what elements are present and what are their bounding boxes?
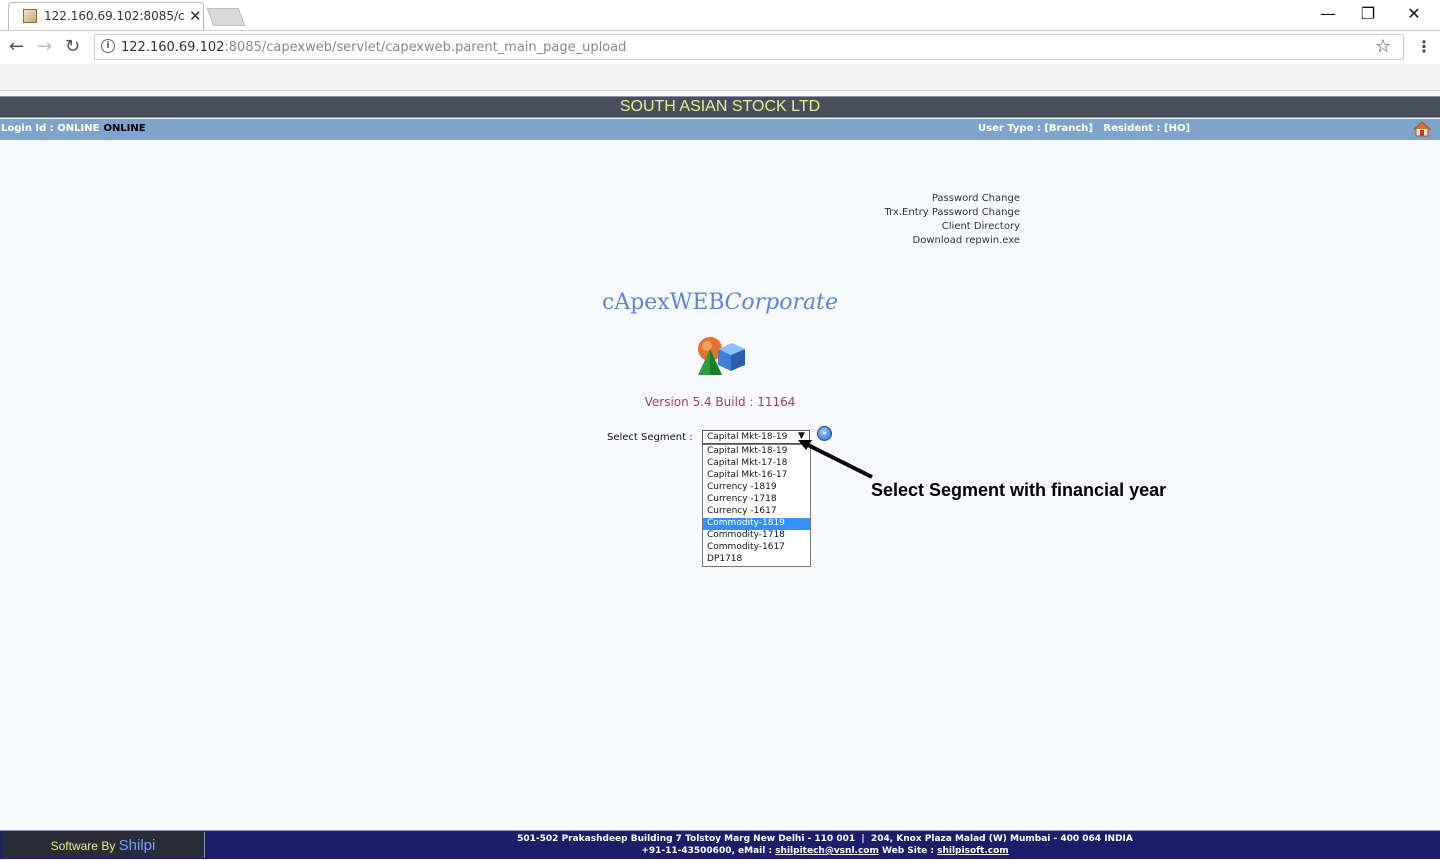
company-name: SOUTH ASIAN STOCK LTD [619, 98, 821, 115]
url-path: :8085/capexweb/servlet/capexweb.parent_m… [224, 40, 627, 55]
user-type: User Type : [Branch] Resident : [HO] [978, 123, 1191, 134]
url-text: 122.160.69.102:8085/capexweb/servlet/cap… [121, 40, 626, 55]
user-info-bar: Login Id : ONLINE ONLINE User Type : [Bra… [0, 119, 1440, 140]
segment-option[interactable]: DP1718 [703, 554, 810, 566]
segment-option[interactable]: Currency -1718 [703, 494, 810, 506]
phone-email-label: +91-11-43500600, eMail : [641, 846, 773, 856]
footer: Software By Shilpi 501-502 Prakashdeep B… [0, 830, 1440, 859]
restore-button[interactable]: ❐ [1358, 4, 1378, 23]
account-links: Password Change Trx.Entry Password Chang… [820, 192, 1020, 248]
email-link[interactable]: shilpitech@vsnl.com [775, 846, 879, 856]
login-label: Login Id : ONLINE [1, 123, 100, 134]
version-text: Version 5.4 Build : 11164 [644, 395, 796, 409]
bookmark-star-icon[interactable]: ☆ [1375, 36, 1391, 57]
url-host: 122.160.69.102 [121, 40, 225, 55]
favicon-icon [23, 9, 37, 23]
product-name-main: cApexWEB [602, 290, 725, 315]
browser-tab[interactable]: 122.160.69.102:8085/cap ✕ [8, 2, 204, 30]
segment-label: Select Segment : [607, 432, 693, 443]
contact-line: +91-11-43500600, eMail : shilpitech@vsnl… [210, 845, 1440, 857]
browser-tabbar: 122.160.69.102:8085/cap ✕ — ❐ ✕ [0, 0, 1440, 30]
software-by: Software By Shilpi [2, 837, 204, 854]
new-tab-button[interactable] [206, 8, 246, 26]
home-icon[interactable] [1413, 121, 1431, 137]
minimize-button[interactable]: — [1318, 4, 1338, 23]
callout-arrow-icon [798, 440, 873, 479]
segment-option[interactable]: Commodity-1718 [703, 530, 810, 542]
browser-menu-icon[interactable]: ⋮ [1416, 37, 1432, 56]
tab-title: 122.160.69.102:8085/cap [44, 9, 184, 23]
password-change-link[interactable]: Password Change [820, 192, 1020, 206]
tab-close-icon[interactable]: ✕ [189, 7, 202, 25]
login-value: ONLINE [103, 123, 146, 134]
login-id: Login Id : ONLINE ONLINE [1, 123, 146, 134]
client-directory-link[interactable]: Client Directory [820, 220, 1020, 234]
product-title: cApexWEBCorporate [0, 290, 1440, 315]
url-input[interactable]: i 122.160.69.102:8085/capexweb/servlet/c… [94, 34, 1404, 60]
callout-text: Select Segment with financial year [871, 480, 1167, 500]
capex-logo-icon [698, 337, 745, 375]
software-by-label: Software By [50, 839, 116, 853]
back-arrow-icon[interactable]: ← [9, 36, 24, 57]
product-name-italic: Corporate [724, 290, 838, 315]
download-repwin-link[interactable]: Download repwin.exe [820, 234, 1021, 248]
trx-password-change-link[interactable]: Trx.Entry Password Change [820, 206, 1020, 220]
address-bar: ← → ↻ i 122.160.69.102:8085/capexweb/ser… [0, 30, 1440, 65]
segment-option[interactable]: Currency -1617 [703, 506, 810, 518]
address-line: 501-502 Prakashdeep Building 7 Tolstoy M… [517, 834, 1133, 844]
info-icon[interactable]: i [101, 39, 115, 53]
close-window-button[interactable]: ✕ [1404, 4, 1424, 23]
segment-selected-value: Capital Mkt-18-19 [707, 432, 788, 442]
website-label: Web Site : [881, 846, 934, 856]
brand-name: Shilpi [118, 837, 156, 854]
segment-option[interactable]: Commodity-1819 [703, 518, 810, 530]
reload-icon[interactable]: ↻ [65, 36, 80, 57]
segment-option[interactable]: Commodity-1617 [703, 542, 810, 554]
footer-address: 501-502 Prakashdeep Building 7 Tolstoy M… [210, 833, 1440, 857]
website-link[interactable]: shilpisoft.com [937, 846, 1009, 856]
bookmarks-bar [0, 64, 1440, 91]
forward-arrow-icon[interactable]: → [37, 36, 52, 57]
footer-brand-box: Software By Shilpi [2, 832, 205, 858]
app-header: SOUTH ASIAN STOCK LTD [0, 96, 1440, 118]
